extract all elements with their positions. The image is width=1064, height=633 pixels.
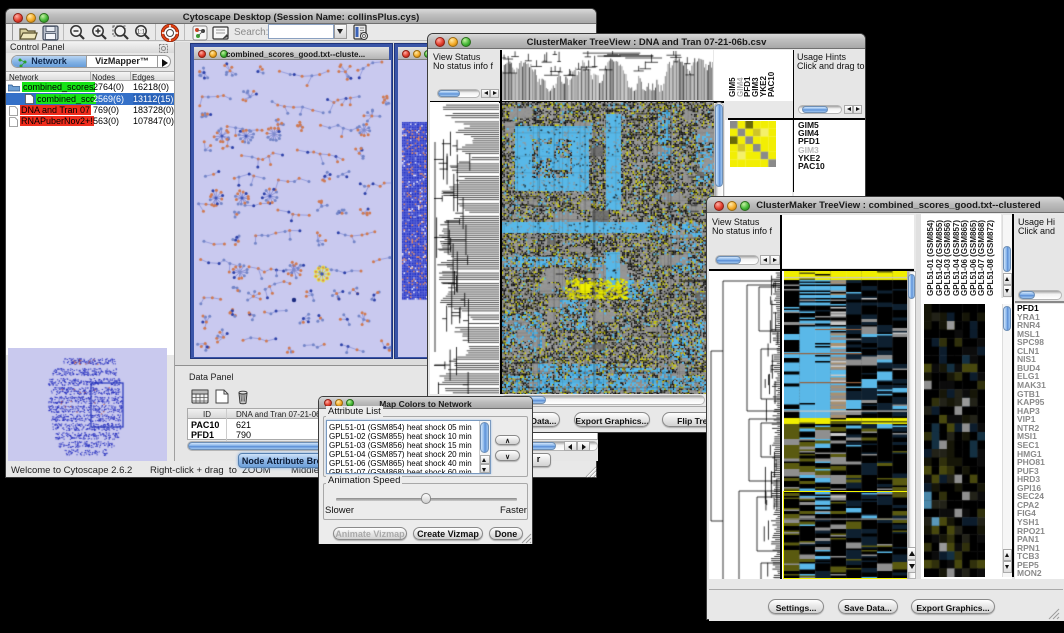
svg-text:1:1: 1:1 bbox=[137, 30, 146, 36]
